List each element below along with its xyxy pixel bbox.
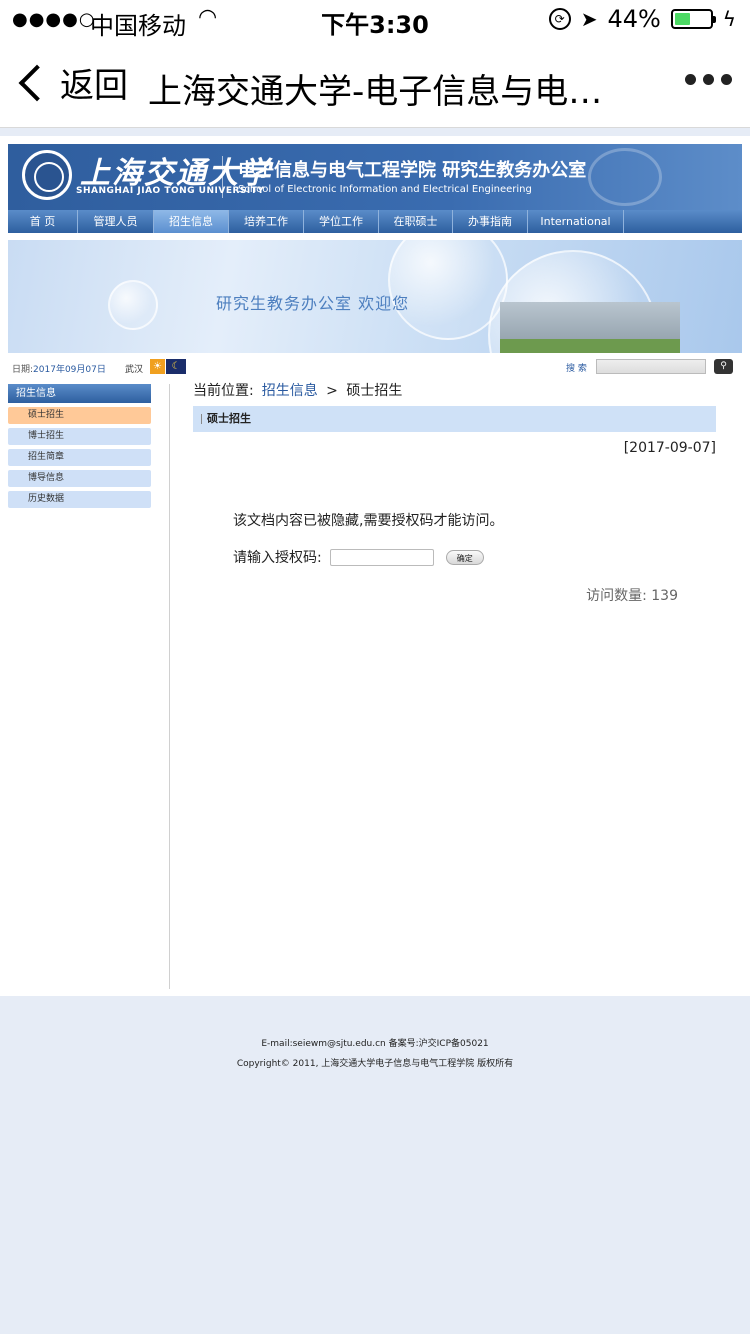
charging-bolt-icon: ϟ [722, 7, 736, 31]
decorative-seal [588, 148, 662, 206]
auth-code-label: 请输入授权码: [233, 550, 322, 566]
date-value: 2017年09月07日 [33, 365, 106, 375]
school-name-english: School of Electronic Information and Ele… [238, 184, 532, 195]
search-button[interactable]: ⚲ [714, 359, 733, 374]
battery-percent: 44% [607, 5, 661, 33]
hidden-content-message: 该文档内容已被隐藏,需要授权码才能访问。 [233, 513, 504, 529]
more-dot-icon [721, 74, 732, 85]
breadcrumb-separator: > [326, 383, 338, 399]
visit-count: 访问数量: 139 [586, 585, 678, 605]
breadcrumb: 当前位置: 招生信息 > 硕士招生 [193, 380, 716, 402]
footer-contact: E-mail:seiewm@sjtu.edu.cn 备案号:沪交ICP备0502… [261, 1039, 489, 1049]
sidebar-item[interactable]: 历史数据 [8, 491, 151, 508]
breadcrumb-link[interactable]: 招生信息 [262, 383, 318, 399]
visit-count-value: 139 [651, 588, 678, 604]
auth-code-input[interactable] [329, 548, 434, 566]
menu-item[interactable]: 首 页 [8, 210, 78, 233]
status-bar: ●●●●○ 中国移动 ◠ 下午3:30 ⟳ ➤ 44% ϟ [0, 0, 750, 40]
search-icon: ⚲ [720, 361, 727, 371]
breadcrumb-current: 硕士招生 [346, 383, 403, 399]
back-label: 返回 [60, 66, 128, 106]
menu-item[interactable]: 培养工作 [229, 210, 304, 233]
hero-banner: 研究生教务办公室 欢迎您 [8, 240, 742, 353]
sidebar-heading: 招生信息 [8, 384, 151, 403]
article-date: [2017-09-07] [623, 440, 716, 456]
date-label: 日期: [12, 365, 34, 375]
confirm-button[interactable]: 确定 [445, 549, 484, 565]
sidebar-item[interactable]: 博导信息 [8, 470, 151, 487]
wifi-icon: ◠ [198, 5, 218, 30]
main-menu: 首 页管理人员 招生信息 培养工作 学位工作 在职硕士 办事指南 International [8, 210, 742, 233]
header-divider [222, 156, 223, 198]
welcome-text: 研究生教务办公室 欢迎您 [216, 294, 410, 313]
more-dot-icon [685, 74, 696, 85]
menu-item[interactable]: 学位工作 [304, 210, 379, 233]
menu-item[interactable]: International [528, 210, 624, 233]
campus-building-image [500, 302, 680, 353]
chevron-left-icon [18, 64, 56, 101]
auth-code-row: 请输入授权码: 确定 [233, 547, 484, 567]
back-button[interactable]: 返回 [14, 58, 128, 107]
sidebar-item[interactable]: 博士招生 [8, 428, 151, 445]
section-title: 硕士招生 [193, 406, 716, 432]
more-menu-button[interactable] [685, 74, 732, 85]
menu-item[interactable]: 在职硕士 [379, 210, 453, 233]
rotation-lock-icon: ⟳ [548, 8, 571, 30]
location-arrow-icon: ➤ [580, 7, 598, 31]
sun-icon: ☀ [150, 359, 165, 374]
more-dot-icon [703, 74, 714, 85]
sidebar-item[interactable]: 硕士招生 [8, 407, 151, 424]
info-bar: 日期:2017年09月07日 武汉 ☀ ☾ 搜 索 ⚲ [8, 358, 742, 376]
search-input[interactable] [596, 359, 706, 374]
university-emblem-icon [22, 150, 72, 200]
menu-item[interactable]: 管理人员 [78, 210, 154, 233]
signal-strength: ●●●●○ [12, 9, 96, 30]
site-footer: E-mail:seiewm@sjtu.edu.cn 备案号:沪交ICP备0502… [0, 1034, 750, 1074]
decorative-bubble [108, 280, 158, 330]
menu-item[interactable]: 办事指南 [453, 210, 528, 233]
visit-count-label: 访问数量: [586, 588, 647, 604]
school-name: 电子信息与电气工程学院 研究生教务办公室 [238, 160, 587, 181]
site-header: 上海交通大学 SHANGHAI JIAO TONG UNIVERSITY 电子信… [8, 144, 742, 210]
sidebar-item[interactable]: 招生简章 [8, 449, 151, 466]
main-content: 当前位置: 招生信息 > 硕士招生 硕士招生 [2017-09-07] 该文档内容… [193, 380, 716, 604]
carrier-name: 中国移动 [90, 12, 186, 40]
page-title: 上海交通大学-电子信息与电… [148, 72, 603, 112]
city-name: 武汉 [125, 365, 144, 375]
nav-bar: 返回 上海交通大学-电子信息与电… [0, 40, 750, 128]
battery-icon [670, 9, 716, 29]
moon-icon: ☾ [166, 359, 186, 374]
web-page: 上海交通大学 SHANGHAI JIAO TONG UNIVERSITY 电子信… [0, 136, 750, 996]
sidebar: 招生信息 硕士招生博士招生招生简章博导信息历史数据 [8, 384, 151, 508]
menu-item[interactable]: 招生信息 [154, 210, 229, 233]
footer-copyright: Copyright© 2011, 上海交通大学电子信息与电气工程学院 版权所有 [236, 1059, 514, 1069]
search-label: 搜 索 [566, 364, 587, 374]
battery-fill [674, 13, 690, 25]
breadcrumb-label: 当前位置: [193, 383, 254, 399]
column-divider [169, 384, 170, 989]
university-logo-english: SHANGHAI JIAO TONG UNIVERSITY [76, 186, 265, 196]
